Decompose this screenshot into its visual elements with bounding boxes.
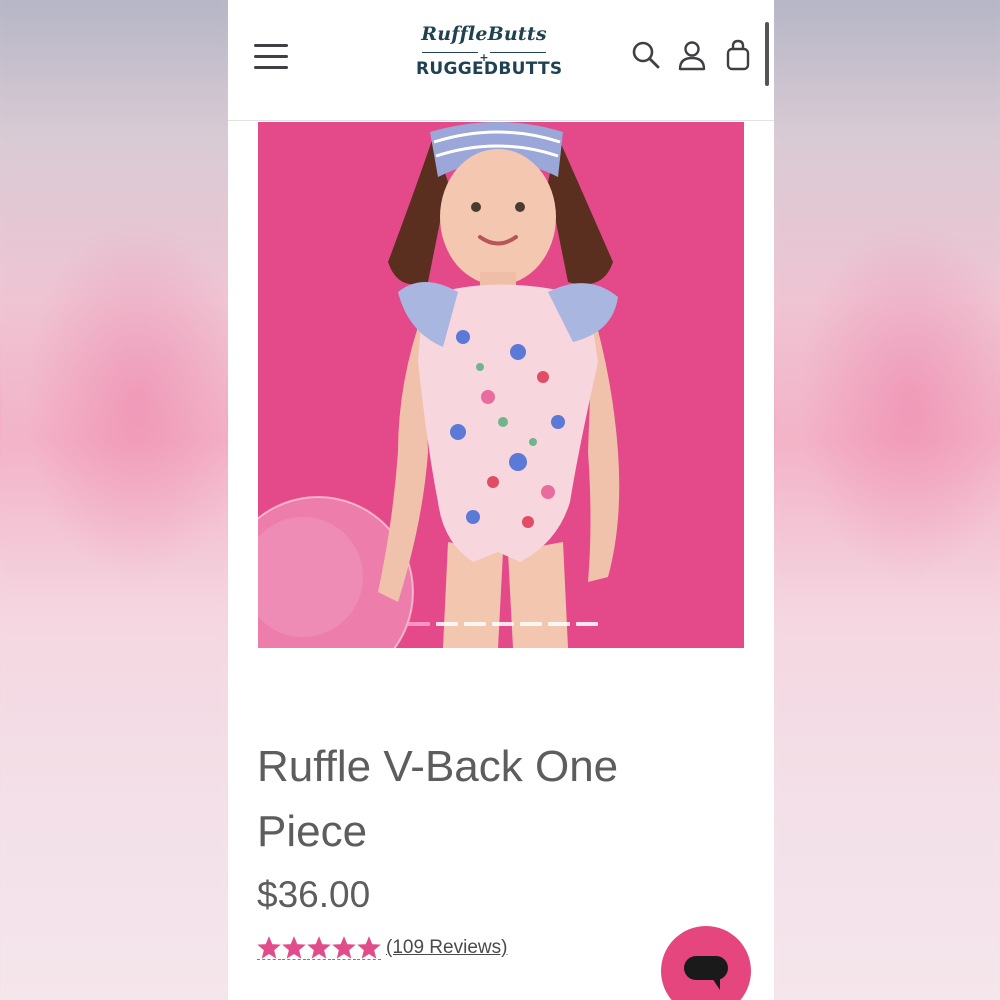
star-icon <box>282 936 306 960</box>
product-rating[interactable]: (109 Reviews) <box>257 934 507 962</box>
logo-plus: + <box>479 51 489 64</box>
product-title: Ruffle V-Back One Piece <box>257 742 619 856</box>
account-icon[interactable] <box>676 38 708 72</box>
carousel-dot[interactable] <box>492 622 514 626</box>
star-icon <box>357 936 381 960</box>
carousel-dot[interactable] <box>436 622 458 626</box>
scrollbar[interactable] <box>765 22 769 86</box>
star-icon <box>257 936 281 960</box>
product-image-carousel[interactable] <box>258 122 744 648</box>
product-photo <box>258 122 744 648</box>
background-blur-right <box>774 0 1000 1000</box>
logo-line-rufflebutts: RuffleButts <box>421 23 547 45</box>
product-price: $36.00 <box>257 874 371 915</box>
background-blur-left <box>0 0 228 1000</box>
carousel-dot[interactable] <box>576 622 598 626</box>
star-icon <box>332 936 356 960</box>
chat-button[interactable] <box>661 926 751 1000</box>
star-rating <box>257 936 382 960</box>
carousel-dot[interactable] <box>408 622 430 626</box>
cart-icon[interactable] <box>722 38 754 72</box>
search-icon[interactable] <box>630 38 662 72</box>
site-header: RuffleButts + RUGGEDBUTTS <box>228 0 774 121</box>
carousel-pagination <box>408 622 598 628</box>
carousel-dot[interactable] <box>464 622 486 626</box>
star-icon <box>307 936 331 960</box>
mobile-page: RuffleButts + RUGGEDBUTTS Ruffle V-Back … <box>228 0 774 1000</box>
logo-divider: + <box>416 46 552 64</box>
chat-bubble-icon <box>684 956 728 990</box>
carousel-dot[interactable] <box>548 622 570 626</box>
brand-logo[interactable]: RuffleButts + RUGGEDBUTTS <box>416 22 562 84</box>
menu-icon[interactable] <box>254 44 288 70</box>
reviews-link[interactable]: (109 Reviews) <box>386 937 507 959</box>
carousel-dot[interactable] <box>520 622 542 626</box>
